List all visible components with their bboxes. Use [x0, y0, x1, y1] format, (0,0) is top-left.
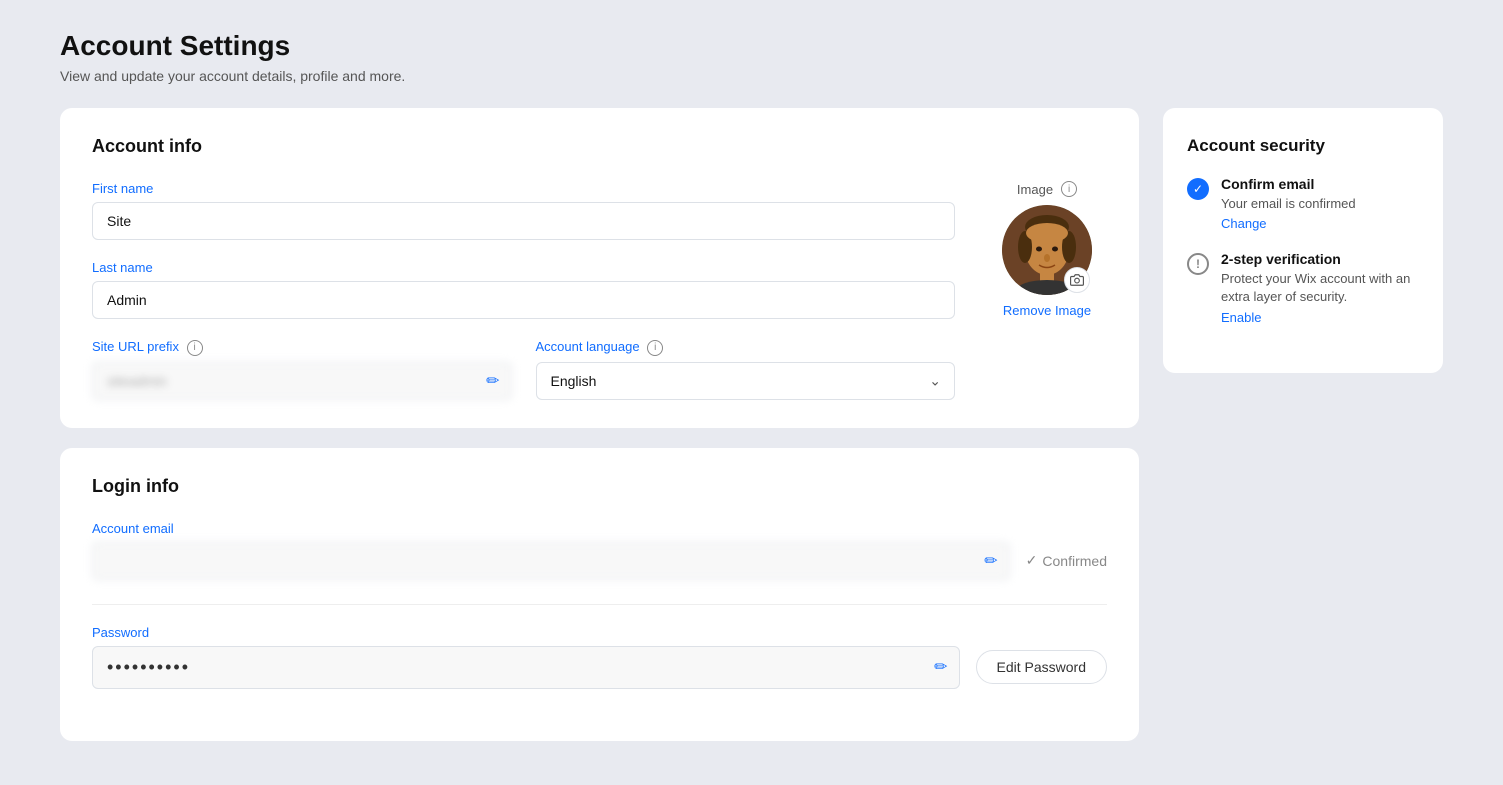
- site-url-input-wrap: ✏: [92, 362, 512, 400]
- account-info-form: First name Last name Site URL prefix i: [92, 181, 1107, 400]
- login-info-title: Login info: [92, 476, 1107, 497]
- account-email-label: Account email: [92, 521, 1107, 536]
- account-language-select[interactable]: English French Spanish German: [536, 362, 956, 400]
- confirm-email-content: Confirm email Your email is confirmed Ch…: [1221, 176, 1356, 231]
- account-language-field: Account language i English French Spanis…: [536, 339, 956, 400]
- two-step-title: 2-step verification: [1221, 251, 1419, 267]
- first-name-field-group: First name: [92, 181, 955, 240]
- account-info-title: Account info: [92, 136, 1107, 157]
- confirmed-badge: ✓ Confirmed: [1026, 552, 1107, 569]
- camera-icon: [1070, 273, 1084, 287]
- first-name-input[interactable]: [92, 202, 955, 240]
- password-input[interactable]: [92, 646, 960, 689]
- last-name-field-group: Last name: [92, 260, 955, 319]
- account-language-label: Account language i: [536, 339, 956, 356]
- site-url-field: Site URL prefix i ✏: [92, 339, 512, 400]
- confirm-email-description: Your email is confirmed: [1221, 195, 1356, 213]
- two-step-content: 2-step verification Protect your Wix acc…: [1221, 251, 1419, 324]
- confirmed-label: Confirmed: [1042, 553, 1107, 569]
- image-label: Image i: [1017, 181, 1077, 197]
- page-title: Account Settings: [60, 30, 1443, 62]
- remove-image-button[interactable]: Remove Image: [1003, 303, 1091, 318]
- password-input-wrap: ✏: [92, 646, 960, 689]
- account-email-input-wrap: ✏: [92, 542, 1010, 580]
- side-column: Account security ✓ Confirm email Your em…: [1163, 108, 1443, 373]
- two-step-item: ! 2-step verification Protect your Wix a…: [1187, 251, 1419, 324]
- account-info-card: Account info First name Last name S: [60, 108, 1139, 428]
- password-group: Password ✏ Edit Password: [92, 625, 1107, 689]
- row-fields: Site URL prefix i ✏ Account language: [92, 339, 955, 400]
- account-security-title: Account security: [1187, 136, 1419, 156]
- login-info-card: Login info Account email ✏ ✓ Confirmed P…: [60, 448, 1139, 741]
- image-info-icon[interactable]: i: [1061, 181, 1077, 197]
- page-subtitle: View and update your account details, pr…: [60, 68, 1443, 84]
- account-language-info-icon[interactable]: i: [647, 340, 663, 356]
- first-name-label: First name: [92, 181, 955, 196]
- account-security-card: Account security ✓ Confirm email Your em…: [1163, 108, 1443, 373]
- site-url-label: Site URL prefix i: [92, 339, 512, 356]
- last-name-label: Last name: [92, 260, 955, 275]
- last-name-input[interactable]: [92, 281, 955, 319]
- confirmed-check-icon: ✓: [1026, 552, 1038, 569]
- main-layout: Account info First name Last name S: [60, 108, 1443, 741]
- avatar-wrap: [1002, 205, 1092, 295]
- account-email-edit-icon[interactable]: ✏: [984, 551, 997, 571]
- confirm-email-change-link[interactable]: Change: [1221, 216, 1356, 231]
- two-step-description: Protect your Wix account with an extra l…: [1221, 270, 1419, 306]
- site-url-info-icon[interactable]: i: [187, 340, 203, 356]
- account-email-group: Account email ✏ ✓ Confirmed: [92, 521, 1107, 580]
- password-label: Password: [92, 625, 1107, 640]
- site-url-input[interactable]: [92, 362, 512, 400]
- image-section: Image i: [987, 181, 1107, 400]
- divider: [92, 604, 1107, 605]
- password-edit-icon[interactable]: ✏: [934, 657, 947, 677]
- two-step-enable-link[interactable]: Enable: [1221, 310, 1419, 325]
- two-step-warn-icon: !: [1187, 253, 1209, 275]
- site-url-edit-icon[interactable]: ✏: [486, 371, 499, 391]
- confirm-email-item: ✓ Confirm email Your email is confirmed …: [1187, 176, 1419, 231]
- camera-button[interactable]: [1064, 267, 1090, 293]
- account-email-input[interactable]: [92, 542, 1010, 580]
- form-fields: First name Last name Site URL prefix i: [92, 181, 955, 400]
- password-row: ✏ Edit Password: [92, 646, 1107, 689]
- confirm-email-title: Confirm email: [1221, 176, 1356, 192]
- edit-password-button[interactable]: Edit Password: [976, 650, 1107, 684]
- confirm-email-check-icon: ✓: [1187, 178, 1209, 200]
- account-email-row: ✏ ✓ Confirmed: [92, 542, 1107, 580]
- account-language-select-wrap: English French Spanish German ⌄: [536, 362, 956, 400]
- main-column: Account info First name Last name S: [60, 108, 1139, 741]
